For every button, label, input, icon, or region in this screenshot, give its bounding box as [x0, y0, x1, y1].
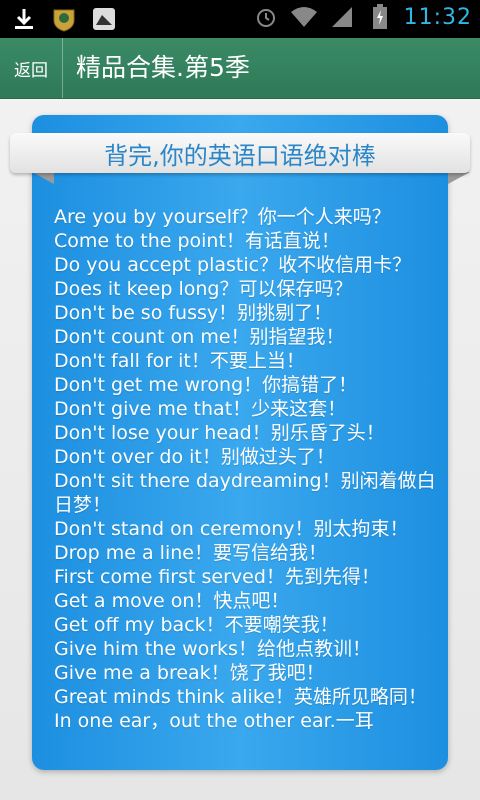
phrase-item: Don't over do it！别做过头了！ — [54, 446, 335, 468]
ribbon-fold-left — [32, 172, 54, 184]
phrase-item: Does it keep long？可以保存吗？ — [54, 278, 353, 300]
back-button[interactable]: 返回 — [0, 38, 63, 98]
phrase-item: Get a move on！快点吧！ — [54, 590, 290, 612]
phrase-list[interactable]: Are you by yourself？你一个人来吗？ Come to the … — [54, 205, 436, 765]
phrase-item: Don't get me wrong！你搞错了！ — [54, 374, 358, 396]
phrase-item: Don't sit there daydreaming！别闲着做白日梦！ — [54, 470, 436, 516]
phrase-item: Give him the works！给他点教训！ — [54, 638, 371, 660]
phrase-item: Don't count on me！别指望我！ — [54, 326, 345, 348]
phrase-item: Don't be so fussy！别挑剔了！ — [54, 302, 333, 324]
battery-charging-icon — [366, 3, 394, 31]
phrase-item: Drop me a line！要写信给我！ — [54, 542, 327, 564]
phrase-item: Do you accept plastic？收不收信用卡？ — [54, 254, 412, 276]
phrase-item: Great minds think alike！英雄所见略同！ — [54, 686, 427, 708]
phrase-item: Don't fall for it！不要上当！ — [54, 350, 305, 372]
phrase-item: First come first served！先到先得！ — [54, 566, 380, 588]
signal-icon — [328, 3, 356, 31]
phrase-item: Don't stand on ceremony！别太拘束！ — [54, 518, 409, 540]
phrase-item: Are you by yourself？你一个人来吗？ — [54, 206, 391, 228]
clock-time: 11:32 — [403, 4, 472, 30]
page-title: 精品合集.第5季 — [76, 53, 250, 82]
wifi-icon — [290, 3, 318, 31]
card-heading: 背完,你的英语口语绝对棒 — [10, 133, 470, 173]
ribbon-fold-right — [448, 172, 470, 184]
app-badge-icon — [50, 5, 78, 33]
alarm-icon — [252, 3, 280, 31]
status-bar: 11:32 — [0, 0, 480, 38]
image-icon — [90, 5, 118, 33]
phrase-item: In one ear，out the other ear.一耳 — [54, 710, 374, 732]
download-icon — [10, 5, 38, 33]
phrase-item: Come to the point！有话直说！ — [54, 230, 340, 252]
phrase-item: Get off my back！不要嘲笑我！ — [54, 614, 339, 636]
phrase-item: Don't lose your head！别乐昏了头！ — [54, 422, 385, 444]
phrase-item: Give me a break！饶了我吧！ — [54, 662, 325, 684]
action-bar: 返回 精品合集.第5季 — [0, 38, 480, 99]
phrase-item: Don't give me that！少来这套！ — [54, 398, 347, 420]
